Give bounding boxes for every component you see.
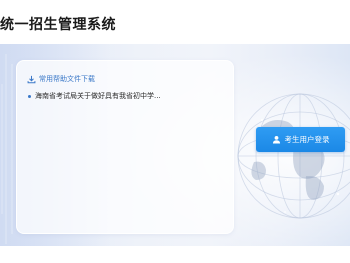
page-header: 统一招生管理系统 [0,0,350,44]
page-title: 统一招生管理系统 [0,17,116,33]
hero-banner: 常用帮助文件下载 海南省考试局关于做好具有我省初中学... 考生用户登录 [0,44,350,246]
help-files-header[interactable]: 常用帮助文件下载 [27,74,95,84]
bullet-icon [28,94,31,98]
help-files-panel: 常用帮助文件下载 海南省考试局关于做好具有我省初中学... [16,60,234,234]
student-login-label: 考生用户登录 [284,135,330,144]
help-files-title: 常用帮助文件下载 [39,75,95,83]
help-file-link[interactable]: 海南省考试局关于做好具有我省初中学... [28,91,161,101]
download-icon [27,75,36,83]
help-file-link-text: 海南省考试局关于做好具有我省初中学... [35,92,161,100]
user-icon [272,135,280,144]
student-login-button[interactable]: 考生用户登录 [256,127,345,152]
